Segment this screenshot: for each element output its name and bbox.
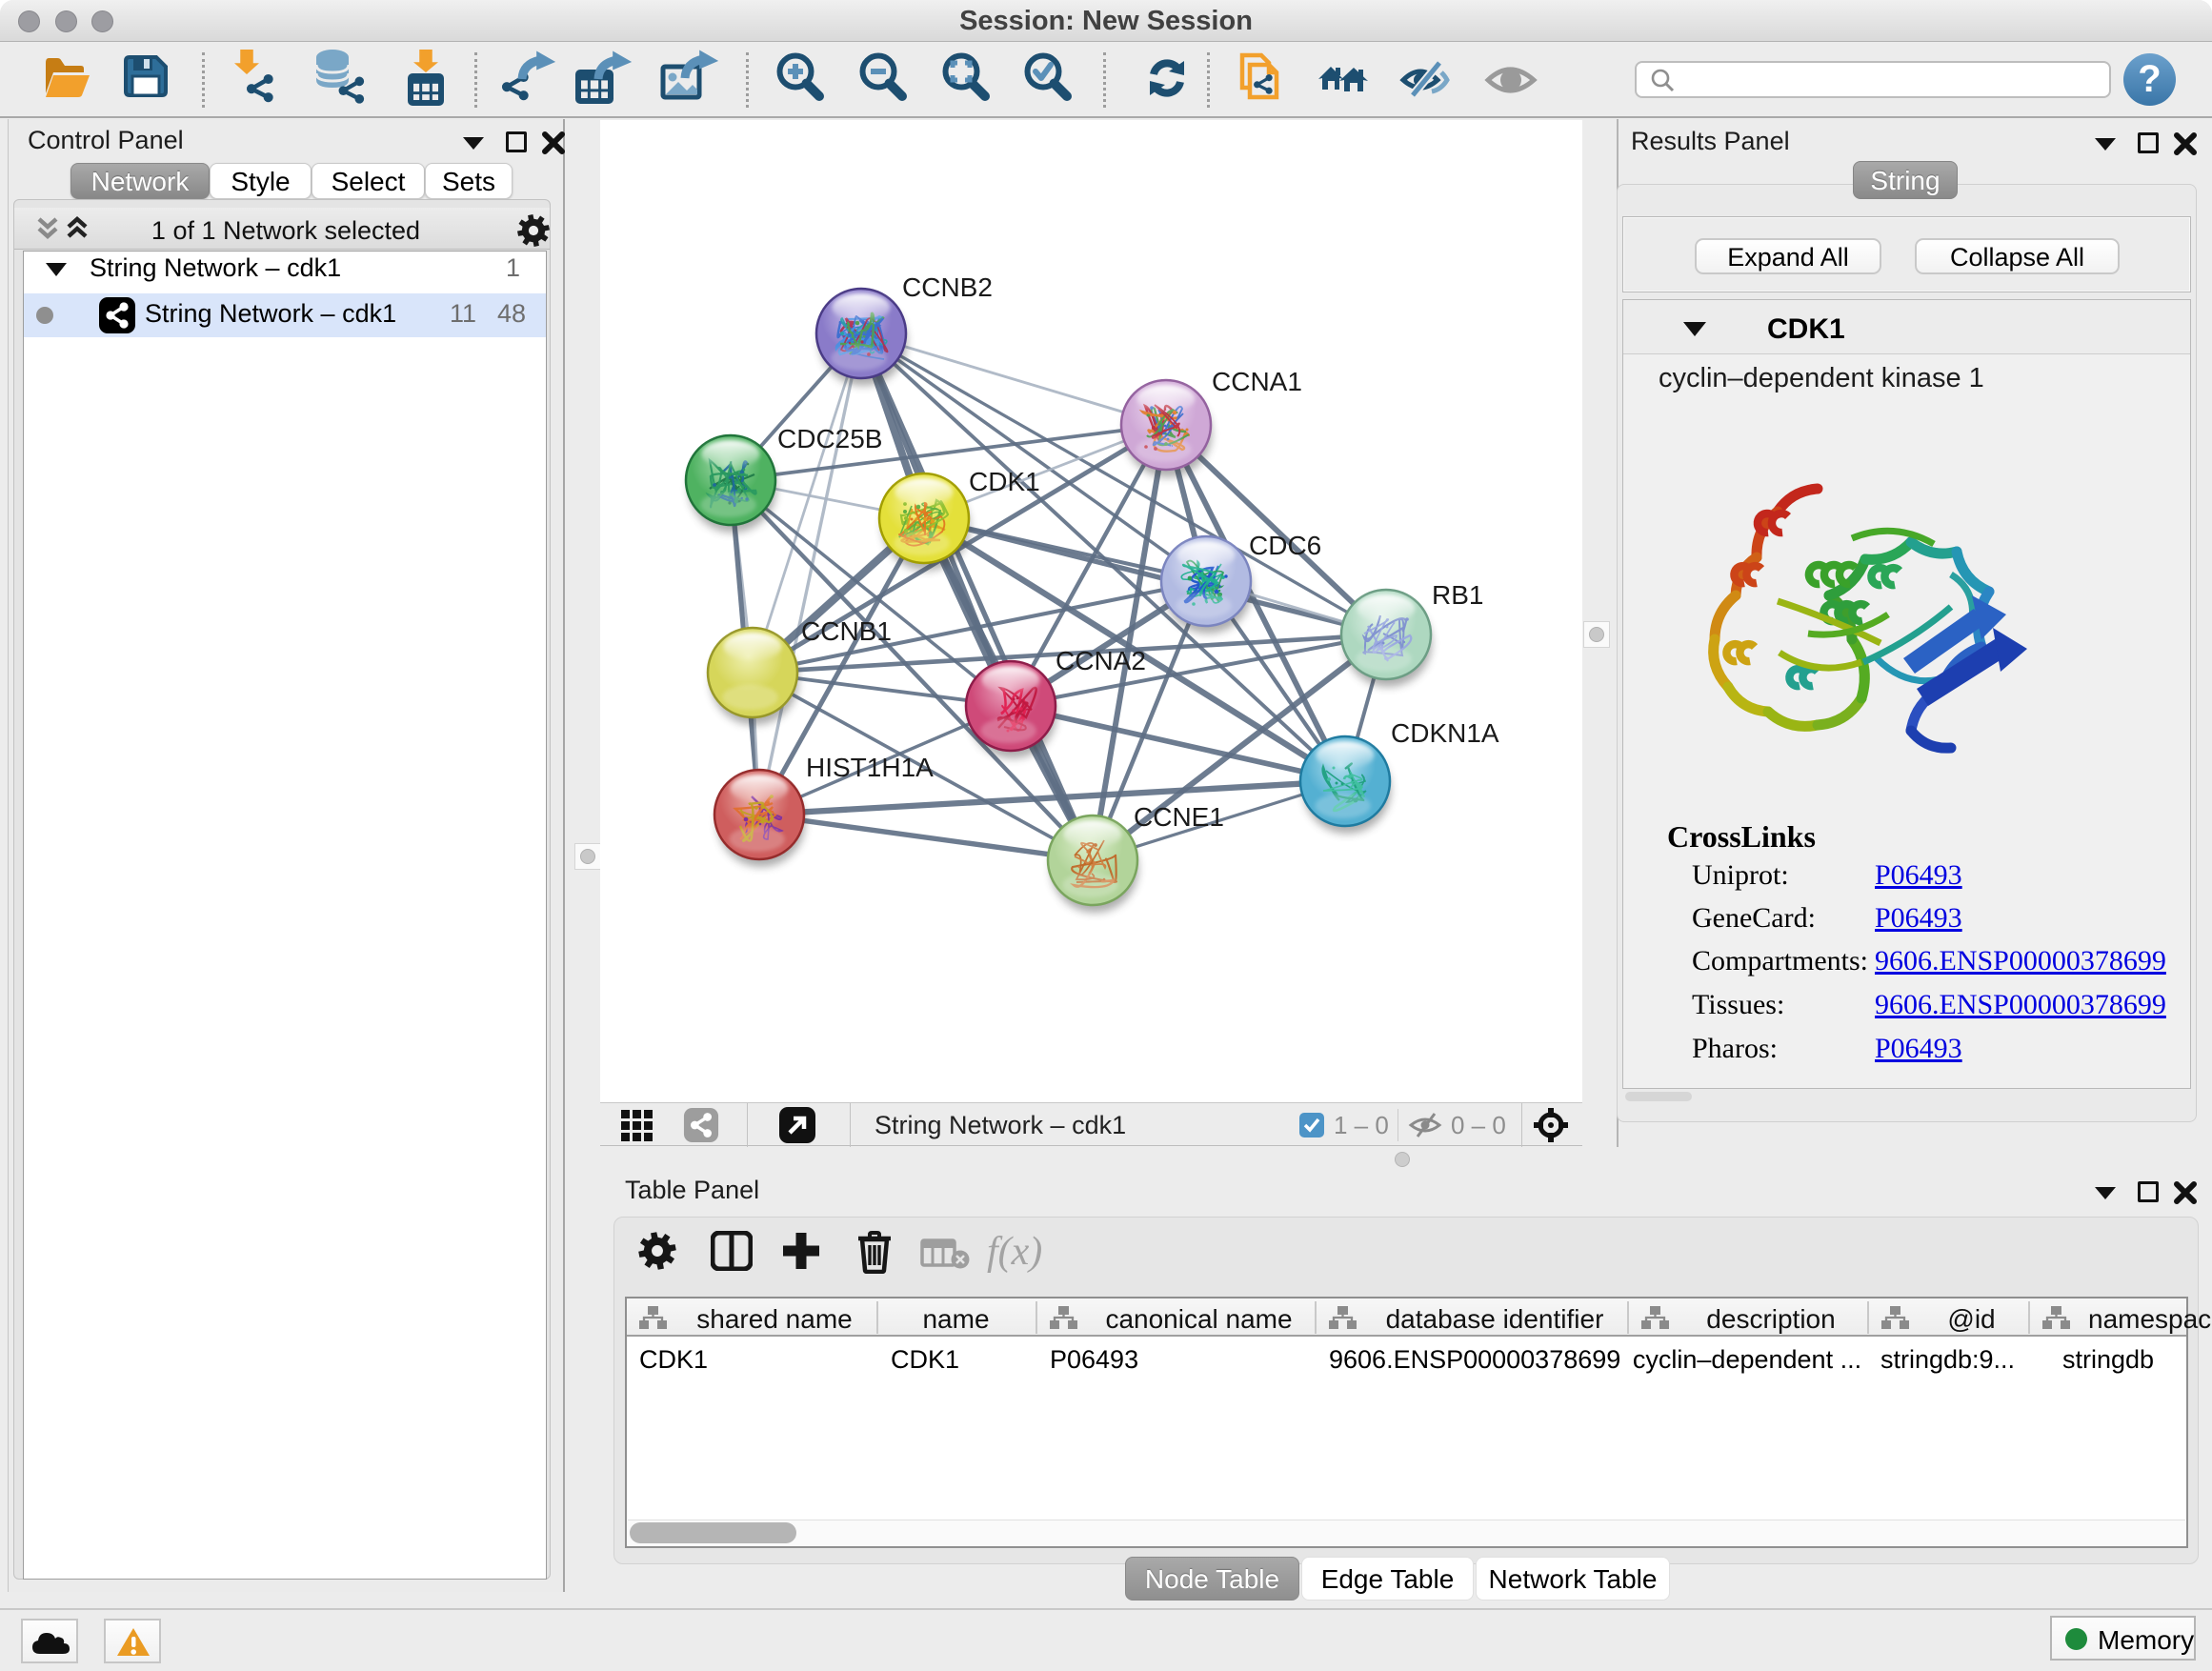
svg-text:CDC25B: CDC25B [777,424,882,453]
svg-text:RB1: RB1 [1432,580,1483,610]
svg-text:CCNE1: CCNE1 [1134,802,1224,832]
svg-text:CCNB1: CCNB1 [801,616,892,646]
svg-text:CDKN1A: CDKN1A [1391,718,1499,748]
svg-text:CDC6: CDC6 [1249,531,1321,560]
svg-text:CCNA1: CCNA1 [1212,367,1302,396]
svg-text:CDK1: CDK1 [969,467,1040,496]
svg-text:CCNA2: CCNA2 [1056,646,1146,675]
svg-text:CCNB2: CCNB2 [902,272,993,302]
svg-text:HIST1H1A: HIST1H1A [806,753,934,782]
